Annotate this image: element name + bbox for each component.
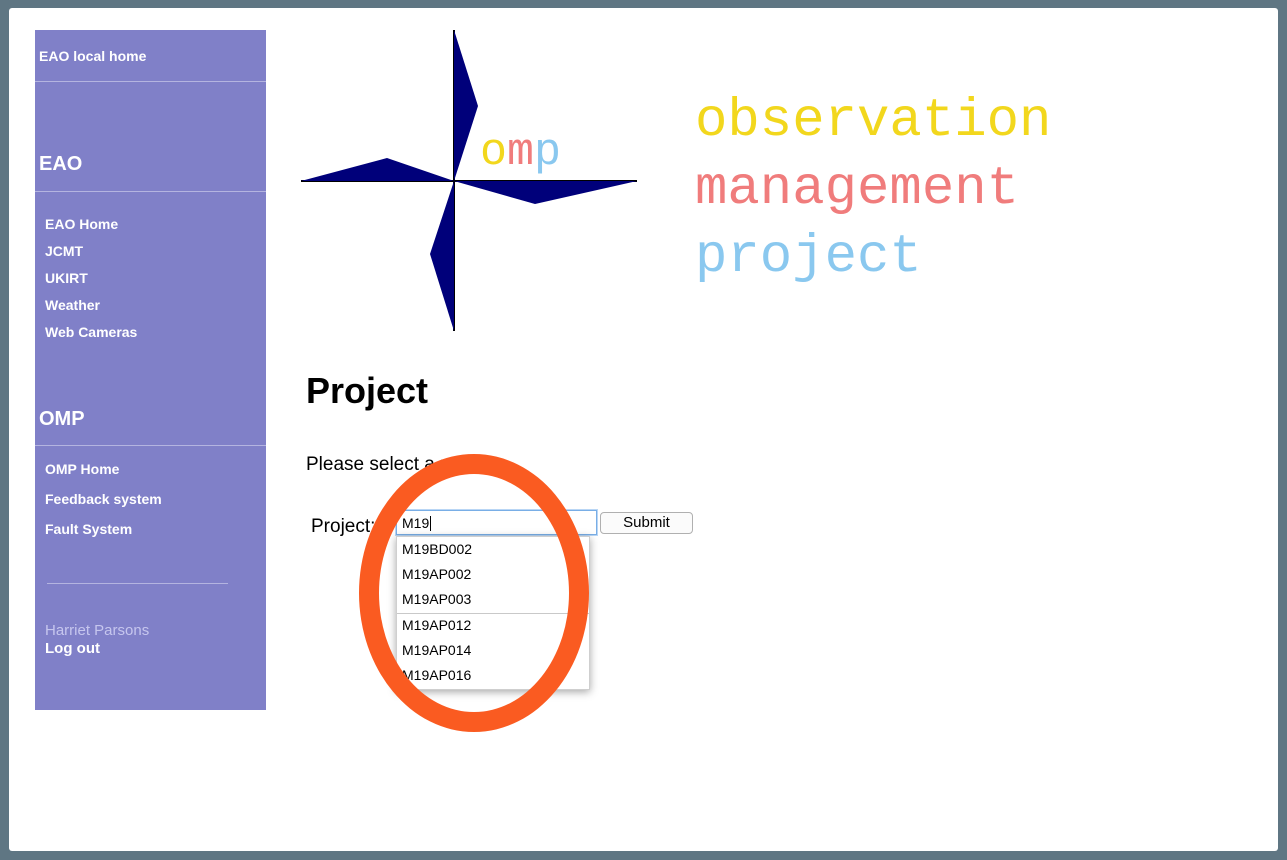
sidebar-item-fault-system[interactable]: Fault System [45, 521, 132, 537]
page-title: Project [306, 370, 429, 411]
highlight-ring [359, 454, 589, 732]
divider [35, 445, 266, 446]
divider [47, 583, 228, 584]
submit-button[interactable]: Submit [600, 512, 693, 534]
page: EAO local home EAO EAO Home JCMT UKIRT W… [9, 8, 1278, 851]
banner-line-observation: observation [695, 91, 1052, 152]
omp-star-logo [301, 30, 637, 331]
banner-line-management: management [695, 159, 1020, 220]
sidebar-item-jcmt[interactable]: JCMT [45, 243, 83, 259]
logo-text-p: p [534, 127, 562, 178]
logout-link[interactable]: Log out [45, 640, 100, 657]
logo-text: omp [480, 130, 561, 175]
section-heading-omp: OMP [39, 408, 85, 430]
sidebar: EAO local home EAO EAO Home JCMT UKIRT W… [35, 30, 266, 710]
sidebar-item-ukirt[interactable]: UKIRT [45, 270, 88, 286]
sidebar-item-feedback-system[interactable]: Feedback system [45, 491, 162, 507]
divider [35, 191, 266, 192]
project-label: Project: [311, 516, 376, 537]
divider [35, 81, 266, 82]
logo-text-m: m [507, 127, 535, 178]
section-heading-eao: EAO [39, 153, 83, 175]
banner-line-project: project [695, 227, 922, 288]
sidebar-item-eao-home[interactable]: EAO Home [45, 216, 118, 232]
banner-title: observation management project [695, 88, 1051, 292]
logo-text-o: o [480, 127, 508, 178]
sidebar-item-omp-home[interactable]: OMP Home [45, 461, 119, 477]
user-name: Harriet Parsons [45, 622, 150, 639]
sidebar-item-web-cameras[interactable]: Web Cameras [45, 324, 137, 340]
sidebar-item-eao-local-home[interactable]: EAO local home [39, 48, 146, 64]
sidebar-item-weather[interactable]: Weather [45, 297, 100, 313]
